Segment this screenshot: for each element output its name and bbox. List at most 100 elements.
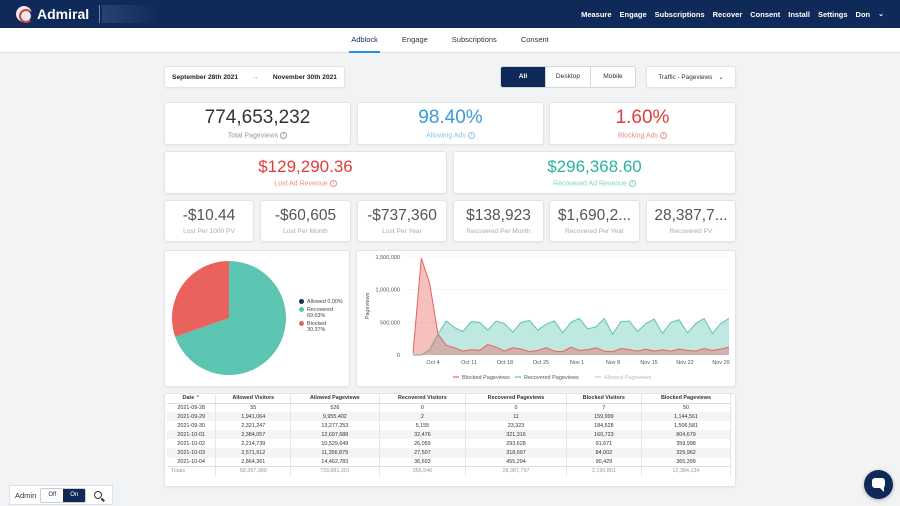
table-cell: 2,571,912 [215, 448, 292, 458]
col-date[interactable]: Date ⌃ [167, 394, 217, 404]
x-tick-label: Nov 15 [640, 360, 657, 366]
chevron-down-icon: ⌄ [718, 74, 724, 81]
table-cell-date: 2021-10-01 [167, 430, 217, 440]
table-cell: 1,144,561 [641, 412, 732, 422]
device-filter: All Desktop Mobile [500, 66, 636, 88]
table-cell-date: 2021-10-04 [167, 457, 217, 467]
table-cell: 1,941,064 [215, 412, 292, 422]
info-icon[interactable]: i [280, 132, 288, 140]
table-cell: 11 [465, 412, 567, 422]
col-blocked-pageviews[interactable]: Blocked Pageviews [641, 394, 732, 404]
legend-blocked[interactable]: Blocked 30.37% [299, 321, 343, 334]
info-icon[interactable]: i [628, 180, 636, 188]
chevron-down-icon[interactable]: ⌄ [878, 10, 884, 18]
table-header: Date ⌃ Allowed Visitors Allowed Pageview… [167, 394, 732, 404]
table-cell-date: 2021-09-30 [167, 421, 217, 431]
date-range-picker[interactable]: September 28th 2021 → November 30th 2021 [164, 66, 345, 88]
metric-value: 1.60% [615, 107, 670, 129]
table-cell: 84,002 [566, 448, 642, 458]
nav-user-menu[interactable]: Don [856, 10, 871, 19]
device-mobile-button[interactable]: Mobile [591, 67, 635, 87]
arrow-right-icon: → [252, 73, 259, 81]
tab-engage[interactable]: Engage [400, 28, 430, 53]
tab-subscriptions[interactable]: Subscriptions [450, 28, 499, 53]
device-desktop-button[interactable]: Desktop [546, 67, 591, 87]
table-cell: 91,671 [566, 439, 642, 449]
col-blocked-visitors[interactable]: Blocked Visitors [566, 394, 642, 404]
nav-consent[interactable]: Consent [750, 10, 780, 19]
col-allowed-pageviews[interactable]: Allowed Pageviews [290, 394, 380, 404]
legend-item[interactable]: Blocked Pageviews [462, 375, 510, 381]
table-cell: 318,697 [465, 448, 567, 458]
info-icon[interactable]: i [329, 180, 337, 188]
end-date[interactable]: November 30th 2021 [273, 74, 337, 81]
col-recovered-visitors[interactable]: Recovered Visitors [379, 394, 467, 404]
tab-adblock[interactable]: Adblock [349, 28, 380, 53]
metric-value: -$10.44 [182, 207, 236, 224]
nav-recover[interactable]: Recover [713, 10, 743, 19]
table-cell: 2,384,057 [215, 430, 292, 440]
metric-label: Lost Per 1000 PV [183, 228, 235, 235]
col-recovered-pageviews[interactable]: Recovered Pageviews [465, 394, 567, 404]
table-cell: 12,697,688 [290, 430, 380, 440]
metric-value: 28,387,7... [654, 207, 728, 224]
sort-caret-icon: ⌃ [195, 395, 200, 402]
brand[interactable]: Admiral [16, 5, 161, 23]
table-cell: 90,429 [566, 457, 642, 467]
device-all-button[interactable]: All [501, 67, 546, 87]
nav-engage[interactable]: Engage [620, 10, 647, 19]
x-tick-label: Nov 8 [606, 360, 620, 366]
admin-off-button[interactable]: Off [41, 489, 63, 502]
chat-bubble-icon[interactable] [864, 470, 893, 499]
table-cell: 455,294 [465, 457, 567, 467]
metric-label: Recovered Ad Revenue i [553, 180, 636, 188]
pageviews-line-chart: 1,500,000 1,000,000 500,000 0 Pageviews Oct 4… [356, 250, 736, 387]
nav-install[interactable]: Install [788, 10, 810, 19]
search-icon[interactable] [94, 491, 103, 499]
nav-subscriptions[interactable]: Subscriptions [655, 10, 705, 19]
y-tick-label: 500,000 [380, 320, 400, 326]
table-cell: 11,356,879 [290, 448, 380, 458]
metric-label: Recovered PV [669, 228, 713, 235]
table-cell-date: 2021-09-28 [167, 403, 217, 413]
nav-settings[interactable]: Settings [818, 10, 848, 19]
tab-consent[interactable]: Consent [519, 28, 551, 53]
metric-value: $129,290.36 [258, 157, 353, 177]
legend-allowed[interactable]: Allowed 0.00% [299, 299, 343, 306]
table-cell-date: 2021-10-03 [167, 448, 217, 458]
table-cell: 356,546 [379, 466, 467, 476]
table-cell: 50 [641, 403, 732, 413]
lost-revenue-card: $129,290.36 Lost Ad Revenue i [164, 151, 447, 194]
admiral-logo-icon [16, 6, 33, 23]
start-date[interactable]: September 28th 2021 [172, 74, 238, 81]
table-cell: 160,723 [566, 430, 642, 440]
table-cell: 23,323 [465, 421, 567, 431]
legend-item[interactable]: Allowed Pageviews [604, 375, 652, 381]
x-tick-label: Nov 1 [570, 360, 584, 366]
traffic-select[interactable]: Traffic - Pageviews ⌄ [646, 66, 736, 88]
table-cell: 184,528 [566, 421, 642, 431]
legend-recovered[interactable]: Recovered 69.63% [299, 307, 343, 320]
table-cell: 12,384,134 [641, 466, 732, 476]
totals-label: Totals [167, 466, 217, 476]
table-cell: 13,277,253 [290, 421, 380, 431]
info-icon[interactable]: i [467, 132, 475, 140]
table-cell: 329,962 [641, 448, 732, 458]
info-icon[interactable]: i [660, 132, 668, 140]
admin-on-button[interactable]: On [63, 488, 86, 502]
nav-measure[interactable]: Measure [581, 10, 611, 19]
table-cell: 58,397,389 [215, 466, 292, 476]
col-allowed-visitors[interactable]: Allowed Visitors [215, 394, 292, 404]
table-cell: 0 [465, 403, 567, 413]
metric-label: Total Pageviews i [228, 132, 288, 140]
table-cell: 36,693 [379, 457, 467, 467]
table-cell: 2,321,247 [215, 421, 292, 431]
legend-item[interactable]: Recovered Pageviews [524, 375, 579, 381]
table-cell: 27,507 [379, 448, 467, 458]
table-cell: 2,190,801 [566, 466, 642, 476]
table-cell-date: 2021-09-29 [167, 412, 217, 422]
admin-label: Admin [15, 490, 37, 500]
x-tick-label: Nov 29 [712, 360, 729, 366]
top-menu: Measure Engage Subscriptions Recover Con… [581, 0, 884, 28]
table-row: 2021-09-28 55 526 0 0 7 50 [167, 403, 732, 413]
